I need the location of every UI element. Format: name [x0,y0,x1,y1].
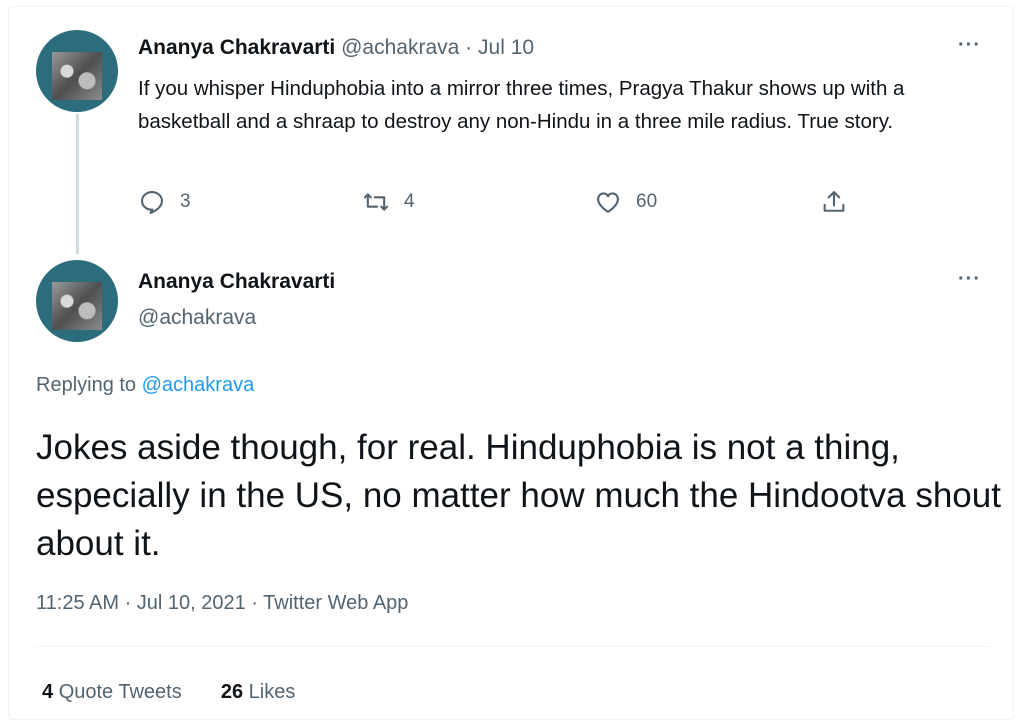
author-handle[interactable]: @achakrava [138,306,256,330]
header-separator: · [465,36,473,59]
tweet-timestamp[interactable]: 11:25 AM · Jul 10, 2021 · Twitter Web Ap… [36,592,408,615]
reply-count: 3 [180,191,191,212]
author-handle[interactable]: @achakrava [341,36,459,59]
reply-icon [141,191,163,215]
share-icon [823,191,845,212]
replying-to: Replying to @achakrava [36,374,254,397]
author-name[interactable]: Ananya Chakravarti [138,36,335,59]
likes-label: Likes [248,681,296,703]
share-button[interactable] [820,188,848,216]
thread-connector-line [76,114,79,254]
quote-tweets-count: 4 [42,681,54,703]
author-name[interactable]: Ananya Chakravarti [138,270,335,294]
more-options-icon[interactable]: ··· [958,268,981,291]
avatar[interactable] [36,30,118,112]
more-options-icon[interactable]: ··· [958,34,981,57]
replying-to-link[interactable]: @achakrava [142,374,255,396]
like-button[interactable]: 60 [594,188,657,216]
likes-count: 26 [220,681,244,703]
first-tweet-text: If you whisper Hinduphobia into a mirror… [138,77,905,133]
quote-tweets-label: Quote Tweets [58,681,182,703]
likes-link[interactable]: 26 Likes [221,681,296,703]
quote-tweets-link[interactable]: 4 Quote Tweets [42,681,187,703]
retweet-count: 4 [404,191,415,212]
like-count: 60 [636,191,658,212]
retweet-button[interactable]: 4 [362,188,415,216]
avatar[interactable] [36,260,118,342]
avatar-photo [52,282,102,330]
retweet-icon [363,193,389,211]
tweet-actions: 3 4 60 [138,188,858,224]
avatar-photo [52,52,102,100]
like-icon [597,192,619,213]
replying-prefix: Replying to [36,374,137,396]
divider [36,646,990,647]
main-tweet-text: Jokes aside though, for real. Hinduphobi… [36,428,1001,563]
tweet-date[interactable]: Jul 10 [478,36,534,59]
first-tweet-header: Ananya Chakravarti @achakrava · Jul 10 [138,36,534,60]
reply-button[interactable]: 3 [138,188,191,216]
tweet-stats: 4 Quote Tweets 26 Likes [42,681,295,704]
